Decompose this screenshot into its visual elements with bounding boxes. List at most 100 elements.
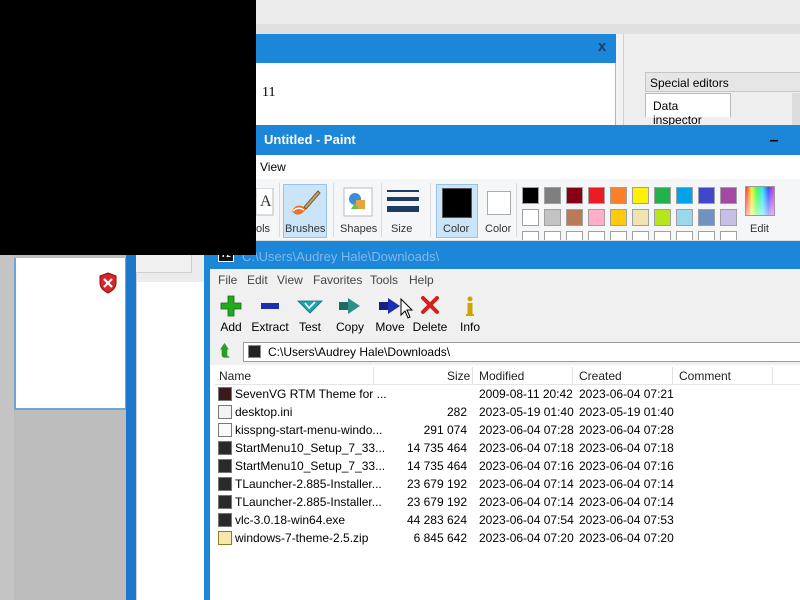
paint-menu-view[interactable]: View — [260, 160, 286, 174]
dialog-body — [256, 63, 616, 125]
menu-file[interactable]: File — [218, 273, 237, 287]
palette-swatch-empty[interactable] — [610, 231, 627, 240]
file-name: StartMenu10_Setup_7_33... — [235, 441, 386, 455]
paint-minimize-button[interactable]: – — [752, 129, 796, 153]
palette-swatch-empty[interactable] — [632, 231, 649, 240]
palette-swatch[interactable] — [698, 187, 715, 204]
palette-swatch[interactable] — [566, 187, 583, 204]
mouse-cursor-icon — [400, 298, 414, 319]
file-row[interactable]: TLauncher-2.885-Installer... 23 679 192 20… — [216, 493, 686, 511]
file-created: 2023-06-04 07:20 — [579, 531, 674, 545]
column-header-created[interactable]: Created — [579, 369, 622, 383]
palette-swatch[interactable] — [522, 187, 539, 204]
file-size: 23 679 192 — [406, 477, 467, 491]
menu-help[interactable]: Help — [409, 273, 434, 287]
file-size: 44 283 624 — [406, 513, 467, 527]
exe-icon — [218, 495, 232, 509]
info-button[interactable]: Info — [450, 295, 490, 337]
file-size: 23 679 192 — [406, 495, 467, 509]
palette-swatch[interactable] — [698, 209, 715, 226]
black-occluder — [0, 0, 256, 255]
palette-swatch[interactable] — [544, 187, 561, 204]
delete-button[interactable]: Delete — [410, 295, 450, 337]
column-divider[interactable] — [572, 367, 573, 385]
column-divider[interactable] — [373, 367, 374, 385]
ribbon-separator — [381, 183, 382, 237]
column-divider[interactable] — [772, 367, 773, 385]
palette-swatch[interactable] — [720, 187, 737, 204]
palette-swatch[interactable] — [588, 187, 605, 204]
palette-swatch[interactable] — [522, 209, 539, 226]
zip-icon — [218, 531, 232, 545]
toolbar-label: Move — [375, 320, 405, 334]
palette-swatch-empty[interactable] — [522, 231, 539, 240]
extract-button[interactable]: Extract — [250, 295, 290, 337]
folder-up-icon[interactable]: ⮬ — [216, 343, 234, 361]
file-modified: 2023-05-19 01:40 — [479, 405, 574, 419]
size-icon[interactable] — [387, 188, 419, 216]
edit-colors-gradient — [746, 187, 774, 215]
file-row[interactable]: kisspng-start-menu-windo... 291 074 2023-0… — [216, 421, 686, 439]
file-name: SevenVG RTM Theme for ... — [235, 387, 387, 401]
palette-swatch[interactable] — [676, 209, 693, 226]
special-editors-header[interactable]: Special editors — [645, 72, 800, 92]
file-row[interactable]: TLauncher-2.885-Installer... 23 679 192 20… — [216, 475, 686, 493]
palette-swatch[interactable] — [632, 209, 649, 226]
shapes-icon[interactable] — [343, 187, 373, 217]
file-modified: 2023-06-04 07:20 — [479, 531, 574, 545]
color2-swatch[interactable] — [487, 191, 511, 215]
add-button[interactable]: Add — [211, 295, 251, 337]
palette-swatch[interactable] — [610, 187, 627, 204]
palette-swatch-empty[interactable] — [566, 231, 583, 240]
column-header-size[interactable]: Size — [447, 369, 470, 383]
file-name: StartMenu10_Setup_7_33... — [235, 459, 386, 473]
menu-tools[interactable]: Tools — [370, 273, 398, 287]
palette-swatch[interactable] — [588, 209, 605, 226]
column-divider[interactable] — [472, 367, 473, 385]
palette-swatch[interactable] — [720, 209, 737, 226]
column-divider[interactable] — [672, 367, 673, 385]
dialog-close-button[interactable]: x — [594, 38, 610, 56]
test-button[interactable]: Test — [290, 295, 330, 337]
palette-swatch[interactable] — [654, 209, 671, 226]
palette-swatch-empty[interactable] — [676, 231, 693, 240]
palette-swatch-empty[interactable] — [544, 231, 561, 240]
file-row[interactable]: SevenVG RTM Theme for ... 2009-08-11 20:4… — [216, 385, 686, 403]
palette-swatch[interactable] — [632, 187, 649, 204]
menu-view[interactable]: View — [277, 273, 303, 287]
palette-swatch[interactable] — [610, 209, 627, 226]
palette-swatch[interactable] — [676, 187, 693, 204]
file-size: 282 — [446, 405, 467, 419]
text-tool-icon[interactable]: A — [256, 188, 274, 216]
menu-edit[interactable]: Edit — [247, 273, 268, 287]
color2-label: Color — [485, 223, 512, 235]
file-row[interactable]: vlc-3.0.18-win64.exe 44 283 624 2023-06-04… — [216, 511, 686, 529]
file-size: 6 845 642 — [413, 531, 467, 545]
palette-swatch[interactable] — [566, 209, 583, 226]
menu-favorites[interactable]: Favorites — [313, 273, 362, 287]
column-header-modified[interactable]: Modified — [479, 369, 524, 383]
file-row[interactable]: StartMenu10_Setup_7_33... 14 735 464 2023-… — [216, 457, 686, 475]
palette-swatch[interactable] — [544, 209, 561, 226]
palette-swatch[interactable] — [654, 187, 671, 204]
file-row[interactable]: desktop.ini 282 2023-05-19 01:40 2023-05-19… — [216, 403, 686, 421]
palette-swatch-empty[interactable] — [588, 231, 605, 240]
paint-menu-bar — [256, 155, 800, 179]
file-modified: 2023-06-04 07:28 — [479, 423, 574, 437]
file-name: vlc-3.0.18-win64.exe — [235, 513, 346, 527]
column-header-name[interactable]: Name — [219, 369, 251, 383]
copy-button[interactable]: Copy — [330, 295, 370, 337]
file-row[interactable]: StartMenu10_Setup_7_33... 14 735 464 2023-… — [216, 439, 686, 457]
file-created: 2023-06-04 07:18 — [579, 441, 674, 455]
ini-file-icon — [218, 405, 232, 419]
dialog-titlebar[interactable] — [256, 34, 616, 63]
palette-swatch-empty[interactable] — [698, 231, 715, 240]
tab-data-inspector[interactable]: Data inspector — [645, 93, 731, 127]
tools-label: ols — [256, 223, 271, 235]
palette-swatch-empty[interactable] — [654, 231, 671, 240]
exe-icon — [218, 441, 232, 455]
file-row[interactable]: windows-7-theme-2.5.zip 6 845 642 2023-06-… — [216, 529, 686, 547]
ribbon-separator — [333, 183, 334, 237]
palette-swatch-empty[interactable] — [720, 231, 737, 240]
column-header-comment[interactable]: Comment — [679, 369, 731, 383]
